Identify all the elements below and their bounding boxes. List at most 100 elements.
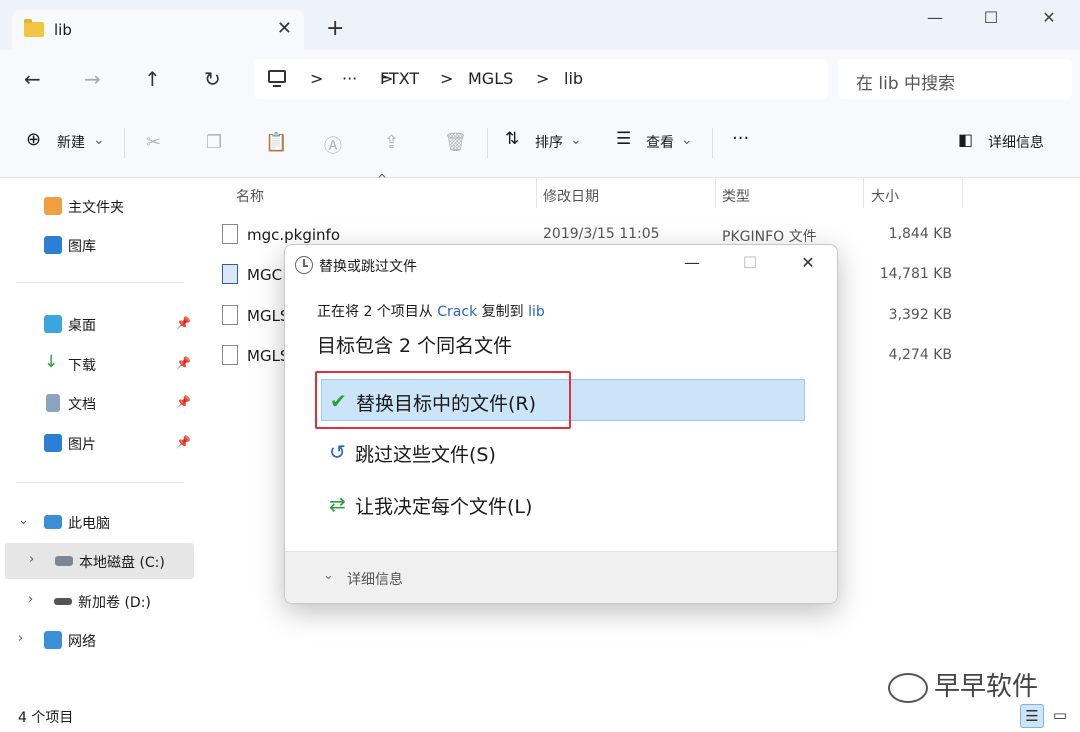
status-item-count: 4 个项目	[18, 710, 74, 726]
sidebar-item-documents[interactable]: 文档 📌	[0, 385, 196, 421]
back-button[interactable]: ←	[24, 67, 41, 91]
file-icon	[222, 224, 238, 244]
executable-icon	[222, 264, 238, 284]
column-header-size[interactable]: 大小	[871, 186, 899, 206]
pin-icon[interactable]: 📌	[176, 316, 191, 330]
breadcrumb-separator[interactable]: >	[440, 69, 453, 88]
breadcrumb-more[interactable]: ···	[342, 69, 357, 88]
sidebar-item-label: 新加卷 (D:)	[78, 595, 151, 611]
pin-icon[interactable]: 📌	[176, 435, 191, 449]
sort-button[interactable]: 排序	[535, 132, 563, 152]
conflict-message: 目标包含 2 个同名文件	[317, 335, 513, 357]
new-button[interactable]: 新建	[57, 132, 85, 152]
sidebar-item-label: 此电脑	[68, 516, 110, 532]
chevron-right-icon[interactable]: ›	[28, 592, 33, 607]
pin-icon[interactable]: 📌	[176, 356, 191, 370]
dll-icon	[222, 345, 238, 365]
network-icon	[44, 631, 62, 649]
option-label: 跳过这些文件(S)	[355, 444, 496, 466]
file-size: 3,392 KB	[888, 307, 952, 323]
column-header-name[interactable]: 名称	[236, 186, 264, 206]
copy-text-prefix: 正在将 2 个项目从	[317, 304, 438, 320]
close-button[interactable]: ✕	[1026, 8, 1072, 27]
file-size: 1,844 KB	[888, 226, 952, 242]
breadcrumb-separator[interactable]: >	[310, 69, 323, 88]
view-button[interactable]: 查看	[646, 132, 674, 152]
file-name: MGC	[247, 266, 283, 284]
sidebar-item-label: 主文件夹	[68, 200, 124, 216]
desktop-icon	[44, 315, 62, 333]
address-bar[interactable]: > ··· > FTXT > MGLS > lib	[254, 59, 828, 99]
decide-each-file-option[interactable]: ⇄ 让我决定每个文件(L)	[321, 483, 805, 525]
chevron-down-icon[interactable]: ⌄	[323, 568, 334, 583]
breadcrumb-mgls[interactable]: MGLS	[468, 69, 513, 88]
rename-icon[interactable]: Ⓐ	[324, 132, 342, 158]
tab-lib[interactable]: lib ✕	[12, 10, 304, 50]
cut-icon[interactable]: ✂	[146, 132, 161, 153]
refresh-button[interactable]: ↻	[204, 67, 221, 91]
replace-or-skip-dialog: 替换或跳过文件 — ☐ ✕ 正在将 2 个项目从 Crack 复制到 lib 目…	[284, 244, 838, 604]
sidebar-item-label: 文档	[68, 397, 96, 413]
copy-text-mid: 复制到	[477, 304, 529, 320]
dialog-close-button[interactable]: ✕	[793, 253, 823, 272]
sidebar-item-this-pc[interactable]: ⌄ 此电脑	[0, 504, 196, 540]
more-options-button[interactable]: ···	[732, 128, 749, 149]
sidebar-item-label: 本地磁盘 (C:)	[79, 555, 165, 571]
breadcrumb-ftxt-label[interactable]: FTXT	[380, 69, 419, 88]
tab-close-icon[interactable]: ✕	[277, 18, 292, 39]
breadcrumb-lib[interactable]: lib	[564, 69, 583, 88]
up-button[interactable]: ↑	[144, 67, 161, 91]
details-pane-icon: ◧	[958, 130, 974, 149]
destination-folder-link[interactable]: lib	[528, 304, 545, 320]
copy-icon[interactable]: ❐	[206, 132, 222, 153]
details-view-button[interactable]: ☰	[1020, 704, 1044, 728]
file-size: 14,781 KB	[879, 266, 952, 282]
details-button[interactable]: 详细信息	[988, 132, 1044, 152]
dialog-minimize-button[interactable]: —	[677, 253, 707, 272]
maximize-button[interactable]: ☐	[968, 8, 1014, 27]
sidebar-item-gallery[interactable]: 图库	[0, 227, 196, 263]
chevron-right-icon[interactable]: ›	[18, 631, 23, 646]
sort-dropdown-icon[interactable]: ⌄	[570, 132, 582, 148]
sort-icon: ⇅	[505, 129, 520, 149]
search-input[interactable]: 在 lib 中搜索	[838, 59, 1072, 99]
sidebar-item-pictures[interactable]: 图片 📌	[0, 425, 196, 461]
sidebar-item-network[interactable]: › 网络	[0, 622, 196, 658]
file-size: 4,274 KB	[888, 347, 952, 363]
option-label: 让我决定每个文件(L)	[355, 496, 533, 518]
download-icon: ↓	[44, 352, 59, 372]
new-tab-button[interactable]: +	[326, 16, 344, 41]
sidebar-item-downloads[interactable]: ↓ 下载 📌	[0, 346, 196, 382]
dialog-maximize-button: ☐	[742, 253, 758, 272]
column-header-type[interactable]: 类型	[722, 186, 750, 206]
paste-icon[interactable]: 📋	[265, 132, 287, 153]
sidebar-item-label: 下载	[68, 358, 96, 374]
source-folder-link[interactable]: Crack	[437, 304, 477, 320]
search-placeholder: 在 lib 中搜索	[856, 74, 956, 94]
chevron-down-icon[interactable]: ⌄	[18, 513, 29, 528]
sidebar-item-drive-d[interactable]: › 新加卷 (D:)	[0, 583, 196, 619]
tab-label: lib	[54, 21, 72, 39]
dialog-footer: ⌄ 详细信息	[285, 551, 837, 603]
chevron-right-icon[interactable]: ›	[29, 552, 34, 567]
delete-icon[interactable]: 🗑	[444, 132, 467, 153]
breadcrumb-separator[interactable]: >	[536, 69, 549, 88]
pin-icon[interactable]: 📌	[176, 395, 191, 409]
new-icon: ⊕	[26, 129, 42, 150]
new-dropdown-icon[interactable]: ⌄	[93, 132, 105, 148]
skip-files-option[interactable]: ↺ 跳过这些文件(S)	[321, 431, 805, 473]
sidebar-item-drive-c[interactable]: › 本地磁盘 (C:)	[5, 543, 194, 579]
dialog-title-bar: 替换或跳过文件 — ☐ ✕	[285, 245, 837, 285]
forward-button[interactable]: →	[84, 67, 101, 91]
tiles-view-button[interactable]: ▭	[1048, 704, 1072, 728]
view-dropdown-icon[interactable]: ⌄	[681, 132, 693, 148]
navigation-pane: 主文件夹 图库 桌面 📌 ↓ 下载 📌 文档 📌 图片 📌 ⌄ 此电脑 › 本地…	[0, 178, 196, 702]
sidebar-item-home[interactable]: 主文件夹	[0, 188, 196, 224]
address-row: ← → ↑ ↻ > ··· > FTXT > MGLS > lib 在 lib …	[0, 50, 1080, 108]
column-header-modified[interactable]: 修改日期	[543, 186, 599, 206]
sidebar-item-desktop[interactable]: 桌面 📌	[0, 306, 196, 342]
minimize-button[interactable]: —	[912, 8, 958, 27]
more-details-button[interactable]: 详细信息	[347, 569, 403, 589]
sidebar-item-label: 桌面	[68, 318, 96, 334]
share-icon[interactable]: ⇪	[384, 132, 399, 153]
